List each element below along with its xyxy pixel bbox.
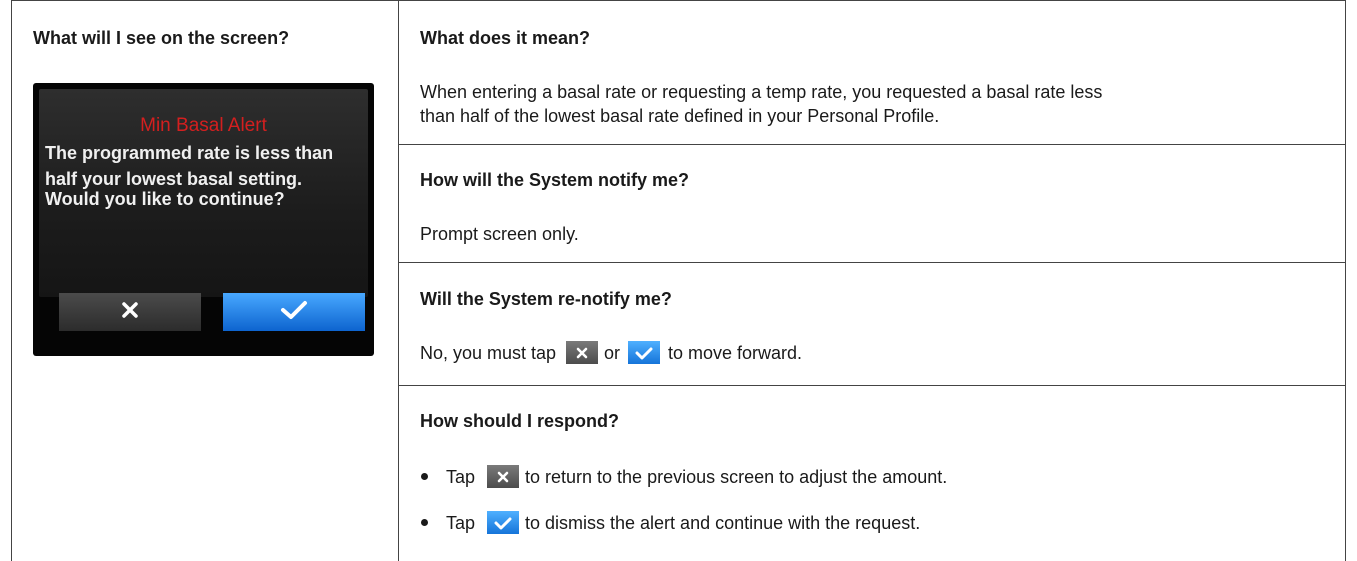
bullet-dot: [421, 519, 428, 526]
bullet-text: to dismiss the alert and continue with t…: [525, 513, 921, 533]
respond-header: How should I respond?: [420, 411, 619, 431]
row-divider: [398, 262, 1346, 263]
left-column-header: What will I see on the screen?: [33, 28, 290, 48]
bullet-pre: Tap: [446, 513, 476, 533]
alert-message-line: half your lowest basal setting.: [45, 169, 303, 189]
checkmark-icon: [628, 341, 660, 364]
row-divider: [398, 385, 1346, 386]
renotify-text-part: to move forward.: [668, 343, 803, 363]
renotify-text-part: No, you must tap: [420, 343, 557, 363]
alert-message-line: Would you like to continue?: [45, 189, 285, 209]
bullet-pre: Tap: [446, 467, 476, 487]
alert-message-line: The programmed rate is less than: [45, 143, 334, 163]
cancel-button[interactable]: [59, 293, 201, 331]
alert-screen: Min Basal Alert The programmed rate is l…: [39, 89, 368, 297]
table-divider-left: [11, 0, 12, 561]
device-screenshot: Min Basal Alert The programmed rate is l…: [33, 83, 374, 356]
meaning-text-line: When entering a basal rate or requesting…: [420, 82, 1103, 102]
table-top-border: [11, 0, 1346, 1]
bullet-text: to return to the previous screen to adju…: [525, 467, 948, 487]
bullet-dot: [421, 473, 428, 480]
checkmark-icon: [279, 299, 309, 326]
row-divider: [398, 144, 1346, 145]
meaning-header: What does it mean?: [420, 28, 591, 48]
renotify-header: Will the System re-notify me?: [420, 289, 672, 309]
alert-title: Min Basal Alert: [140, 115, 267, 136]
renotify-text-part: or: [604, 343, 621, 363]
close-x-icon: [566, 341, 598, 364]
table-divider-right: [1345, 0, 1346, 561]
notify-header: How will the System notify me?: [420, 170, 690, 190]
table-divider-middle: [398, 0, 399, 561]
close-x-icon: [487, 465, 519, 488]
notify-text: Prompt screen only.: [420, 224, 579, 244]
meaning-text-line: than half of the lowest basal rate defin…: [420, 106, 940, 126]
close-x-icon: [120, 300, 140, 325]
checkmark-icon: [487, 511, 519, 534]
confirm-button[interactable]: [223, 293, 365, 331]
